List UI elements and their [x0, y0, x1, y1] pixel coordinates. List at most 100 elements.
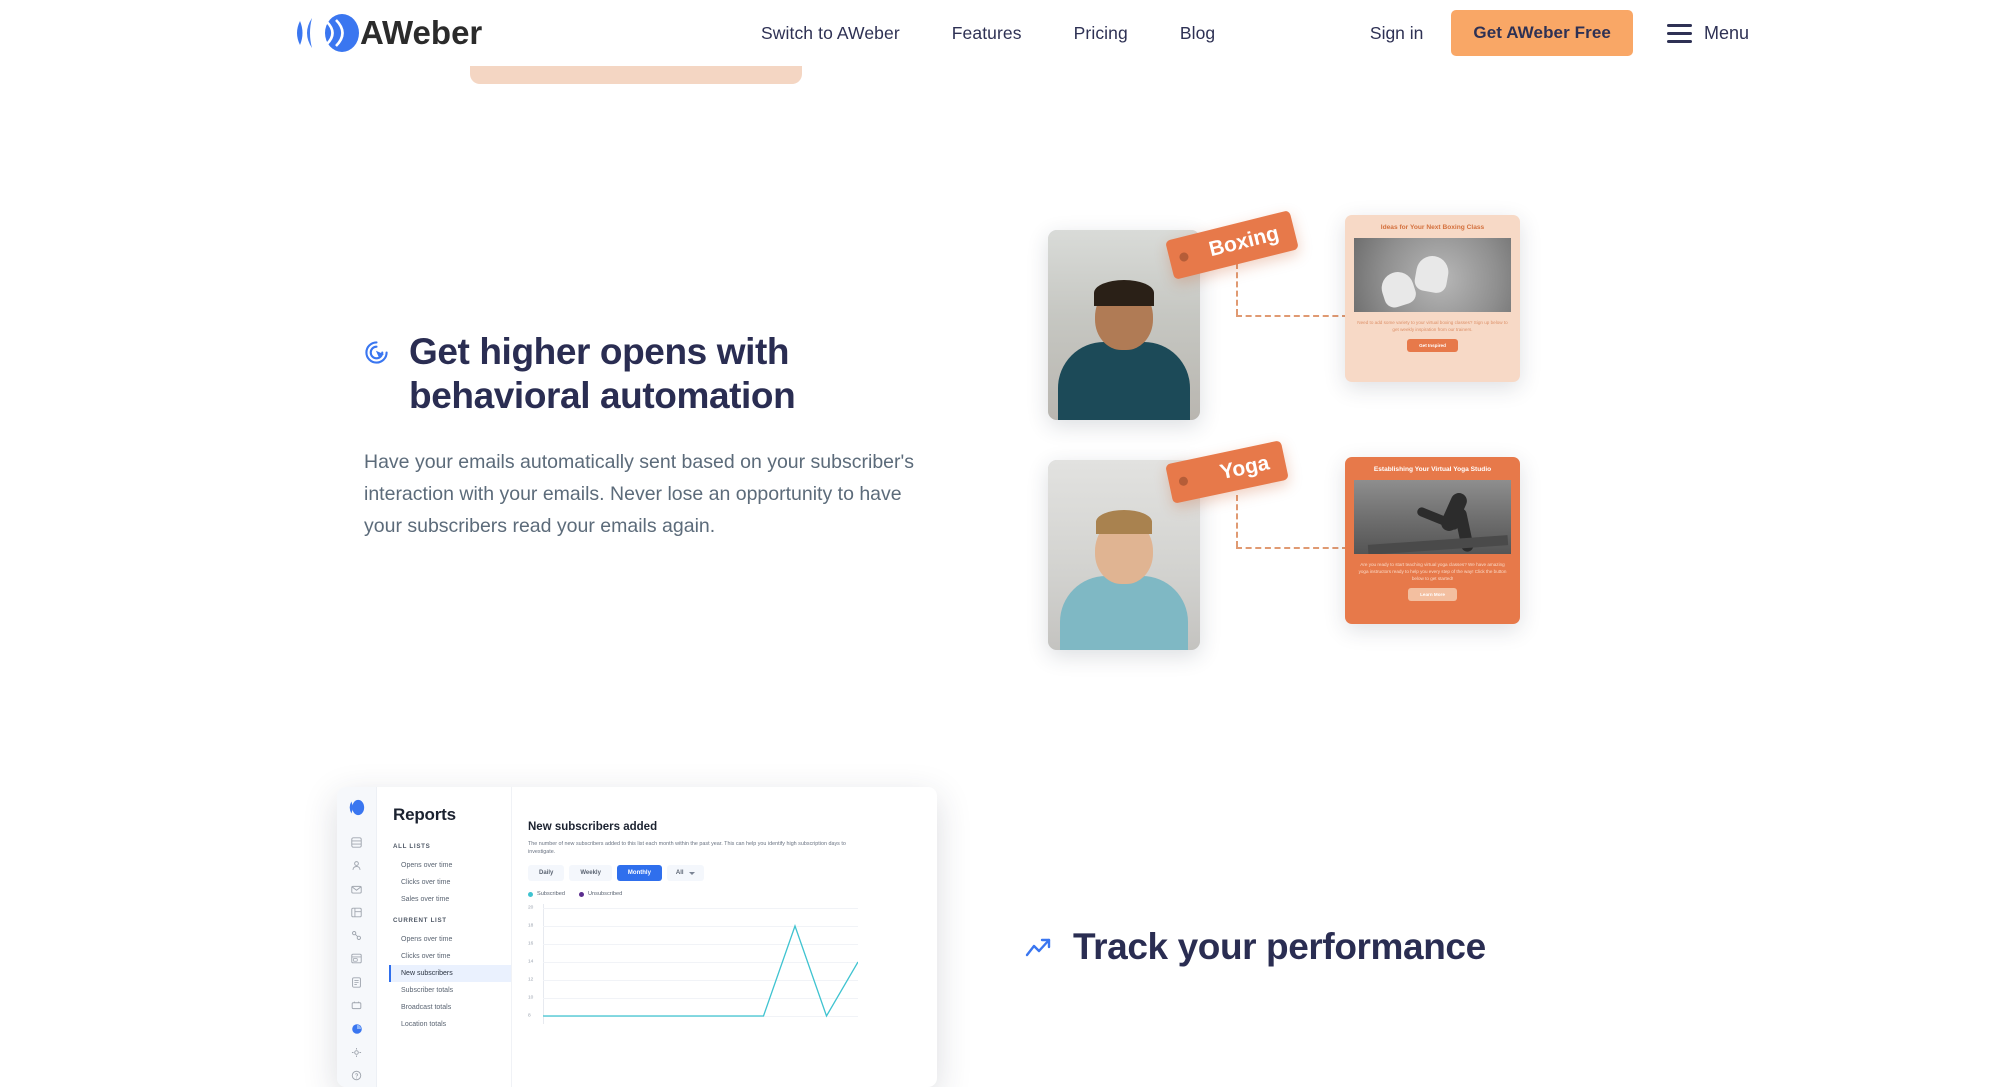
y-tick-label: 12	[528, 977, 534, 983]
svg-text:AWeber: AWeber	[360, 14, 482, 51]
person-head-boxing	[1094, 280, 1154, 350]
nav-item-opens-over-time-current[interactable]: Opens over time	[389, 931, 511, 948]
person-illustration-yoga	[1060, 576, 1188, 650]
list-filter-dropdown[interactable]: All	[666, 865, 704, 882]
y-tick-label: 10	[528, 995, 534, 1001]
nav-item-broadcast-totals[interactable]: Broadcast totals	[389, 999, 511, 1016]
track-performance-title: Track your performance	[1073, 926, 1486, 967]
nav-link-features[interactable]: Features	[926, 23, 1048, 44]
interest-tag-boxing: Boxing	[1165, 210, 1299, 280]
get-aweber-free-button[interactable]: Get AWeber Free	[1451, 10, 1633, 56]
tab-daily[interactable]: Daily	[528, 865, 565, 882]
reports-content-panel: New subscribers added The number of new …	[512, 787, 937, 1087]
connector-line-boxing-vertical	[1236, 263, 1238, 315]
rail-subscribers-icon[interactable]	[344, 854, 370, 877]
behavioral-automation-body: Have your emails automatically sent base…	[364, 451, 914, 537]
rail-templates-icon[interactable]	[344, 901, 370, 924]
app-logo-icon	[348, 799, 365, 821]
menu-button-label: Menu	[1703, 22, 1749, 43]
menu-button[interactable]: Menu	[1666, 22, 1749, 44]
nav-item-clicks-over-time-all[interactable]: Clicks over time	[389, 874, 511, 891]
connector-line-yoga-horizontal	[1236, 547, 1348, 549]
legend-label-unsubscribed: Unsubscribed	[588, 891, 623, 898]
list-filter-value: All	[675, 870, 684, 877]
y-tick-label: 16	[528, 941, 534, 947]
nav-group-label-all-lists: ALL LISTS	[393, 843, 431, 850]
behavioral-automation-section: Get higher opens with behavioral automat…	[364, 330, 964, 543]
nav-item-new-subscribers[interactable]: New subscribers	[389, 965, 511, 982]
nav-item-clicks-over-time-current[interactable]: Clicks over time	[389, 948, 511, 965]
nav-actions: Sign in Get AWeber Free Menu	[1342, 0, 1749, 66]
reports-page-title: Reports	[393, 805, 456, 824]
rail-messages-icon[interactable]	[344, 878, 370, 901]
y-tick-label: 8	[528, 1013, 531, 1019]
nav-group-label-current-list: CURRENT LIST	[393, 917, 447, 924]
legend-label-subscribed: Subscribed	[537, 891, 565, 898]
person-head-yoga	[1095, 510, 1153, 584]
automation-illustration: Boxing Yoga Ideas for Your Next Boxing C…	[1040, 210, 1640, 675]
trending-up-icon	[1025, 937, 1053, 964]
nav-item-subscriber-totals[interactable]: Subscriber totals	[389, 982, 511, 999]
nav-link-pricing[interactable]: Pricing	[1048, 23, 1154, 44]
email-title-yoga: Establishing Your Virtual Yoga Studio	[1373, 466, 1492, 473]
chart-legend: Subscribed Unsubscribed	[528, 891, 937, 897]
report-period-tabs: Daily Weekly Monthly All	[528, 865, 937, 882]
email-image-boxing-gloves	[1354, 238, 1511, 312]
report-panel-description: The number of new subscribers added to t…	[528, 841, 846, 856]
email-body-boxing: Need to add some variety to your virtual…	[1357, 320, 1508, 333]
email-image-yoga-pose	[1354, 480, 1511, 554]
nav-item-opens-over-time-all[interactable]: Opens over time	[389, 857, 511, 874]
email-preview-card-yoga: Establishing Your Virtual Yoga Studio Ar…	[1345, 457, 1520, 624]
connector-line-yoga-vertical	[1236, 495, 1238, 547]
track-performance-heading-row: Track your performance	[1025, 925, 1645, 969]
rail-apps-icon[interactable]	[344, 1040, 370, 1063]
interest-tag-yoga: Yoga	[1165, 440, 1289, 504]
person-hair-yoga	[1096, 510, 1152, 534]
person-hair-boxing	[1094, 280, 1154, 306]
email-cta-yoga: Learn More	[1408, 588, 1457, 602]
chart-series-path	[543, 924, 858, 1018]
tab-monthly[interactable]: Monthly	[616, 865, 662, 882]
person-illustration-boxing	[1058, 342, 1190, 420]
sign-in-link[interactable]: Sign in	[1342, 23, 1452, 44]
nav-item-sales-over-time-all[interactable]: Sales over time	[389, 891, 511, 908]
y-tick-label: 20	[528, 905, 534, 911]
email-title-boxing: Ideas for Your Next Boxing Class	[1380, 224, 1485, 231]
behavioral-automation-heading-row: Get higher opens with behavioral automat…	[364, 330, 964, 417]
nav-item-location-totals[interactable]: Location totals	[389, 1016, 511, 1033]
reports-app-screenshot: Reports ALL LISTS Opens over time Clicks…	[337, 787, 937, 1087]
legend-swatch-unsubscribed	[579, 891, 584, 897]
rail-automation-icon[interactable]	[344, 924, 370, 947]
reports-side-nav: Reports ALL LISTS Opens over time Clicks…	[377, 787, 512, 1087]
primary-nav-links: Switch to AWeber Features Pricing Blog	[735, 0, 1241, 66]
connector-line-boxing-horizontal	[1236, 315, 1348, 317]
aweber-logo[interactable]: AWeber	[290, 13, 490, 53]
interest-tag-boxing-label: Boxing	[1206, 221, 1282, 262]
app-main-area: Reports ALL LISTS Opens over time Clicks…	[377, 787, 937, 1087]
hamburger-icon	[1666, 23, 1692, 43]
nav-link-switch-to-aweber[interactable]: Switch to AWeber	[735, 23, 926, 44]
person-body-yoga	[1060, 576, 1188, 650]
tab-weekly[interactable]: Weekly	[569, 865, 612, 882]
interest-tag-yoga-label: Yoga	[1217, 451, 1272, 485]
email-body-yoga: Are you ready to start teaching virtual …	[1358, 562, 1507, 582]
person-body-boxing	[1058, 342, 1190, 420]
rail-help-icon[interactable]	[344, 1064, 370, 1087]
nav-link-blog[interactable]: Blog	[1154, 23, 1241, 44]
rail-reports-icon[interactable]	[344, 1017, 370, 1040]
legend-item-unsubscribed: Unsubscribed	[579, 891, 622, 897]
rail-dashboard-icon[interactable]	[344, 831, 370, 854]
legend-swatch-subscribed	[528, 891, 533, 897]
track-performance-section: Track your performance	[1025, 925, 1645, 969]
report-panel-title: New subscribers added	[528, 821, 658, 833]
click-target-icon	[364, 340, 389, 370]
email-cta-boxing: Get Inspired	[1407, 339, 1458, 353]
top-navigation-bar: AWeber Switch to AWeber Features Pricing…	[0, 0, 1999, 66]
rail-forms-icon[interactable]	[344, 971, 370, 994]
y-tick-label: 18	[528, 923, 534, 929]
chevron-down-icon	[688, 871, 695, 875]
rail-integrations-icon[interactable]	[344, 994, 370, 1017]
email-preview-card-boxing: Ideas for Your Next Boxing Class Need to…	[1345, 215, 1520, 382]
rail-landing-pages-icon[interactable]	[344, 947, 370, 970]
